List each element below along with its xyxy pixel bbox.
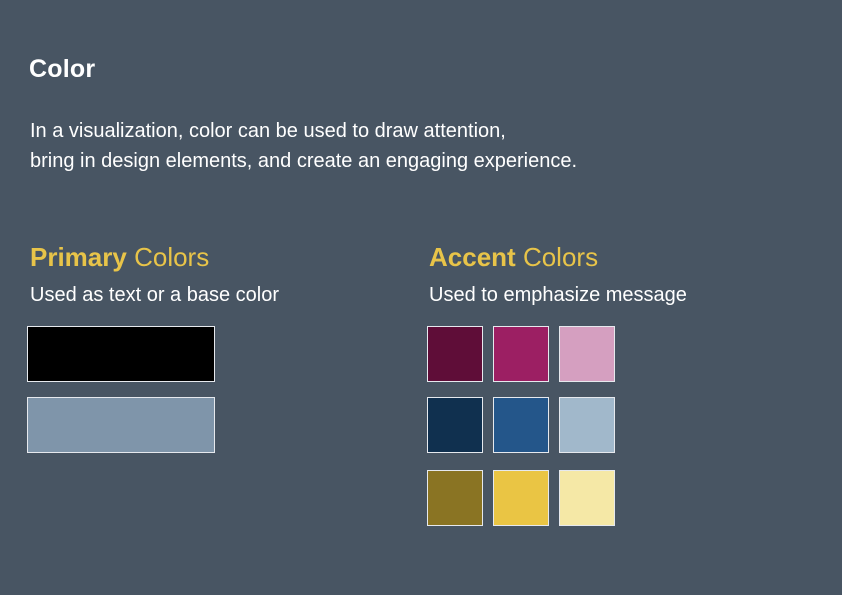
primary-colors-heading: Primary Colors — [30, 242, 209, 273]
accent-swatch-dark-navy — [427, 397, 483, 453]
accent-colors-heading: Accent Colors — [429, 242, 598, 273]
accent-swatch-light-pink — [559, 326, 615, 382]
accent-swatch-blue — [493, 397, 549, 453]
accent-heading-bold: Accent — [429, 242, 516, 272]
intro-line-2: bring in design elements, and create an … — [30, 150, 578, 172]
primary-heading-light: Colors — [134, 242, 210, 272]
accent-heading-light: Colors — [522, 242, 599, 272]
accent-colors-subtitle: Used to emphasize message — [429, 284, 687, 306]
primary-heading-bold: Primary — [30, 242, 127, 272]
primary-swatch-black — [27, 326, 215, 382]
primary-swatch-grey-blue — [27, 397, 215, 453]
accent-swatch-olive — [427, 470, 483, 526]
page-title: Color — [29, 55, 96, 83]
accent-swatch-magenta — [493, 326, 549, 382]
intro-text: In a visualization, color can be used to… — [30, 116, 790, 176]
accent-swatch-pale-yellow — [559, 470, 615, 526]
primary-colors-subtitle: Used as text or a base color — [30, 284, 280, 306]
accent-swatch-light-blue — [559, 397, 615, 453]
intro-line-1: In a visualization, color can be used to… — [30, 120, 506, 142]
accent-swatch-yellow — [493, 470, 549, 526]
accent-swatch-dark-magenta — [427, 326, 483, 382]
